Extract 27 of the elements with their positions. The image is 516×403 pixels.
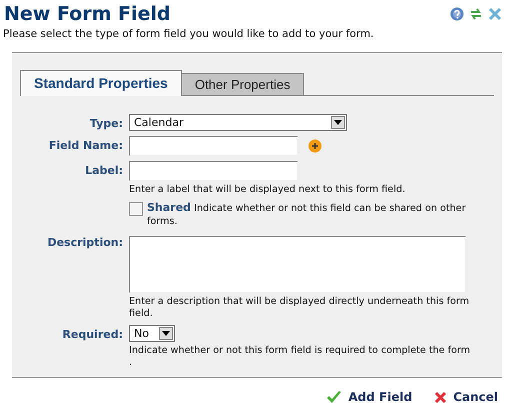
dialog-title: New Form Field — [4, 2, 170, 26]
tab[interactable]: Standard Properties — [20, 70, 182, 96]
close-icon[interactable] — [488, 7, 502, 21]
text-field[interactable] — [129, 136, 298, 156]
help-text: Indicate whether or not this form field is required to complete the form . — [129, 345, 472, 369]
checkbox[interactable] — [129, 202, 143, 216]
instruction-text: Please select the type of form field you would like to add to your form. — [2, 27, 375, 40]
help-text: Enter a description that will be displayed directly underneath this form field. — [129, 296, 470, 320]
field-label: Type: — [88, 116, 123, 131]
add-field-button[interactable]: Add Field — [326, 390, 412, 403]
help-icon[interactable] — [450, 7, 464, 21]
field-label: Label: — [84, 163, 123, 179]
refresh-icon[interactable] — [469, 7, 483, 21]
close-icon — [434, 390, 448, 403]
tab[interactable]: Other Properties — [182, 73, 304, 95]
type-dropdown[interactable]: Calendar — [129, 114, 347, 131]
field-label: Field Name: — [48, 138, 123, 154]
shared-option-text: Shared Indicate whether or not this field can be shared on other forms. — [147, 201, 467, 228]
required-dropdown[interactable]: No — [129, 325, 175, 342]
help-text: Enter a label that will be displayed next to this form field. — [129, 184, 406, 196]
field-label: Description: — [46, 235, 123, 251]
cancel-button[interactable]: Cancel — [434, 390, 498, 403]
insert-icon[interactable] — [308, 139, 322, 153]
description-field[interactable] — [129, 236, 466, 293]
text-field[interactable] — [129, 161, 298, 181]
field-label: Required: — [61, 327, 123, 343]
checkmark-icon — [326, 390, 342, 403]
